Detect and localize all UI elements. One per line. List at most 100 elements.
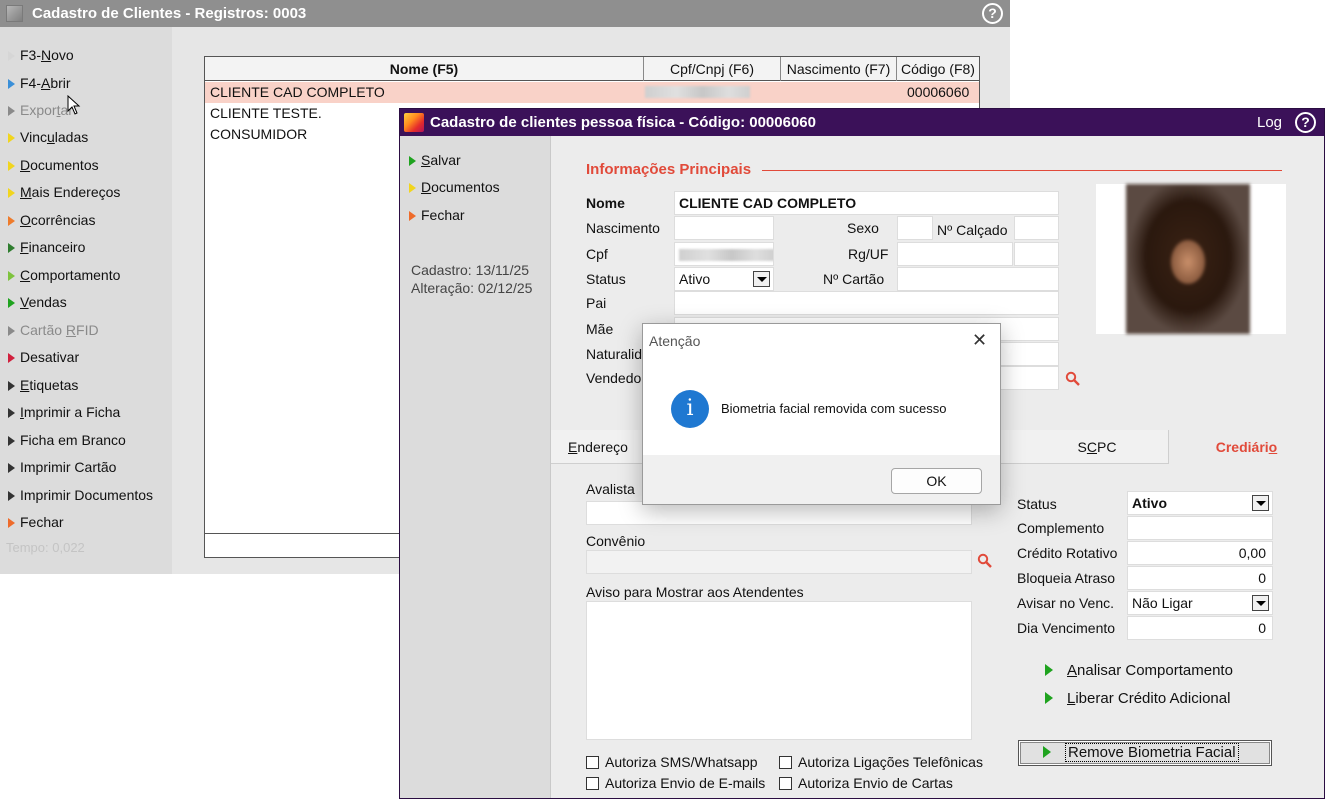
nascimento-field[interactable] xyxy=(674,216,774,240)
triangle-right-icon xyxy=(8,491,15,501)
triangle-right-icon xyxy=(8,326,15,336)
pai-field[interactable] xyxy=(674,291,1059,315)
chevron-down-icon[interactable] xyxy=(753,271,770,287)
table-row[interactable]: CLIENTE CAD COMPLETO 00006060 xyxy=(205,82,979,103)
menu-item-vendas[interactable]: Vendas xyxy=(8,292,67,312)
menu-item-cartao-rfid[interactable]: Cartão RFID xyxy=(8,320,99,340)
menu-item-desativar[interactable]: Desativar xyxy=(8,347,79,367)
sms-checkbox[interactable]: Autoriza SMS/Whatsapp xyxy=(586,753,758,771)
tab-scpc[interactable]: SCPC xyxy=(1026,430,1169,464)
cliente-pf-sidebar: Salvar Documentos Fechar Cadastro: 13/11… xyxy=(400,136,551,798)
sexo-label: Sexo xyxy=(847,220,879,236)
bloqueia-label: Bloqueia Atraso xyxy=(1017,570,1116,586)
triangle-right-icon xyxy=(8,243,15,253)
search-icon[interactable] xyxy=(1065,371,1081,387)
chevron-down-icon[interactable] xyxy=(1252,595,1269,611)
avisar-select[interactable]: Não Ligar xyxy=(1127,591,1273,615)
status-select[interactable]: Ativo xyxy=(674,267,774,291)
avisar-value: Não Ligar xyxy=(1132,595,1193,611)
menu-item-ocorrencias[interactable]: Ocorrências xyxy=(8,210,95,230)
face-image xyxy=(1126,184,1250,334)
mouse-pointer-icon xyxy=(67,95,81,115)
ok-button[interactable]: OK xyxy=(891,468,982,494)
menu-item-ficha-branco[interactable]: Ficha em Branco xyxy=(8,430,126,450)
menu-item-mais-enderecos[interactable]: Mais Endereços xyxy=(8,182,120,202)
chevron-down-icon[interactable] xyxy=(1252,495,1269,511)
dialog-message: Biometria facial removida com sucesso xyxy=(721,401,947,416)
ligacoes-checkbox[interactable]: Autoriza Ligações Telefônicas xyxy=(779,753,983,771)
column-header-codigo[interactable]: Código (F8) xyxy=(897,57,979,81)
menu-item-abrir[interactable]: F4-Abrir xyxy=(8,73,71,93)
naturalidade-label: Naturalid xyxy=(586,346,643,362)
cartas-checkbox[interactable]: Autoriza Envio de Cartas xyxy=(779,774,953,792)
column-header-cpf[interactable]: Cpf/Cnpj (F6) xyxy=(644,57,781,81)
info-icon: i xyxy=(671,390,709,428)
menu-item-comportamento[interactable]: Comportamento xyxy=(8,265,120,285)
triangle-right-icon xyxy=(8,436,15,446)
nascimento-label: Nascimento xyxy=(586,220,660,236)
bloqueia-field[interactable]: 0 xyxy=(1127,566,1273,590)
alteracao-date: Alteração: 02/12/25 xyxy=(411,280,533,296)
menu-item-imprimir-cartao[interactable]: Imprimir Cartão xyxy=(8,457,116,477)
liberar-credito-link[interactable]: Liberar Crédito Adicional xyxy=(1045,689,1230,709)
help-icon[interactable]: ? xyxy=(982,3,1003,24)
triangle-right-icon xyxy=(8,353,15,363)
menu-item-documentos[interactable]: Documentos xyxy=(8,155,99,175)
menu-item-fechar[interactable]: Fechar xyxy=(8,512,64,532)
triangle-right-icon xyxy=(1045,692,1053,704)
menu-item-imprimir-ficha[interactable]: Imprimir a Ficha xyxy=(8,402,120,422)
tab-crediario[interactable]: Crediário xyxy=(1169,430,1324,465)
triangle-right-icon xyxy=(8,518,15,528)
nome-field[interactable]: CLIENTE CAD COMPLETO xyxy=(674,191,1059,215)
triangle-right-icon xyxy=(8,408,15,418)
rg-field[interactable] xyxy=(897,242,1013,266)
menu-item-vinculadas[interactable]: Vinculadas xyxy=(8,127,88,147)
triangle-right-icon xyxy=(8,133,15,143)
cred-status-select[interactable]: Ativo xyxy=(1127,491,1273,515)
menu-item-etiquetas[interactable]: Etiquetas xyxy=(8,375,78,395)
cpf-field[interactable] xyxy=(674,242,774,266)
help-icon[interactable]: ? xyxy=(1295,112,1316,133)
complemento-field[interactable] xyxy=(1127,516,1273,540)
log-button[interactable]: Log xyxy=(1257,114,1282,131)
fechar-button[interactable]: Fechar xyxy=(409,205,465,225)
app-logo-icon xyxy=(6,5,23,22)
clientes-list-title: Cadastro de Clientes - Registros: 0003 xyxy=(32,5,307,22)
atencao-dialog: Atenção ✕ i Biometria facial removida co… xyxy=(642,323,1001,505)
vendedor-label: Vendedo xyxy=(586,370,642,386)
emails-checkbox[interactable]: Autoriza Envio de E-mails xyxy=(586,774,765,792)
documentos-button[interactable]: Documentos xyxy=(409,177,500,197)
cpf-redacted xyxy=(679,249,773,262)
dia-label: Dia Vencimento xyxy=(1017,620,1116,636)
status-label: Status xyxy=(586,271,626,287)
close-icon[interactable]: ✕ xyxy=(972,331,987,349)
menu-item-novo[interactable]: F3-Novo xyxy=(8,45,74,65)
menu-item-imprimir-documentos[interactable]: Imprimir Documentos xyxy=(8,485,153,505)
cartao-field[interactable] xyxy=(897,267,1059,291)
tab-endereco[interactable]: Endereço xyxy=(551,430,646,464)
remove-biometria-button[interactable]: Remove Biometria Facial xyxy=(1018,740,1272,766)
sexo-field[interactable] xyxy=(897,216,933,240)
dia-field[interactable]: 0 xyxy=(1127,616,1273,640)
column-header-nome[interactable]: Nome (F5) xyxy=(205,57,644,81)
salvar-button[interactable]: Salvar xyxy=(409,150,461,170)
search-icon[interactable] xyxy=(977,553,993,569)
triangle-right-icon xyxy=(409,183,416,193)
credito-field[interactable]: 0,00 xyxy=(1127,541,1273,565)
analisar-comportamento-link[interactable]: Analisar Comportamento xyxy=(1045,661,1233,681)
cpf-label: Cpf xyxy=(586,246,608,262)
cliente-photo[interactable] xyxy=(1096,184,1286,334)
aviso-textarea[interactable] xyxy=(586,601,972,740)
tempo-readout: Tempo: 0,022 xyxy=(6,540,85,555)
uf-field[interactable] xyxy=(1014,242,1059,266)
menu-item-exportar[interactable]: Exportar xyxy=(8,100,73,120)
mae-label: Mãe xyxy=(586,321,614,337)
avisar-label: Avisar no Venc. xyxy=(1017,595,1115,611)
calcado-field[interactable] xyxy=(1014,216,1059,240)
column-header-nascimento[interactable]: Nascimento (F7) xyxy=(781,57,897,81)
convenio-field[interactable] xyxy=(586,550,972,574)
triangle-right-icon xyxy=(8,381,15,391)
cred-status-value: Ativo xyxy=(1132,495,1167,511)
pai-label: Pai xyxy=(586,295,607,311)
menu-item-financeiro[interactable]: Financeiro xyxy=(8,237,85,257)
